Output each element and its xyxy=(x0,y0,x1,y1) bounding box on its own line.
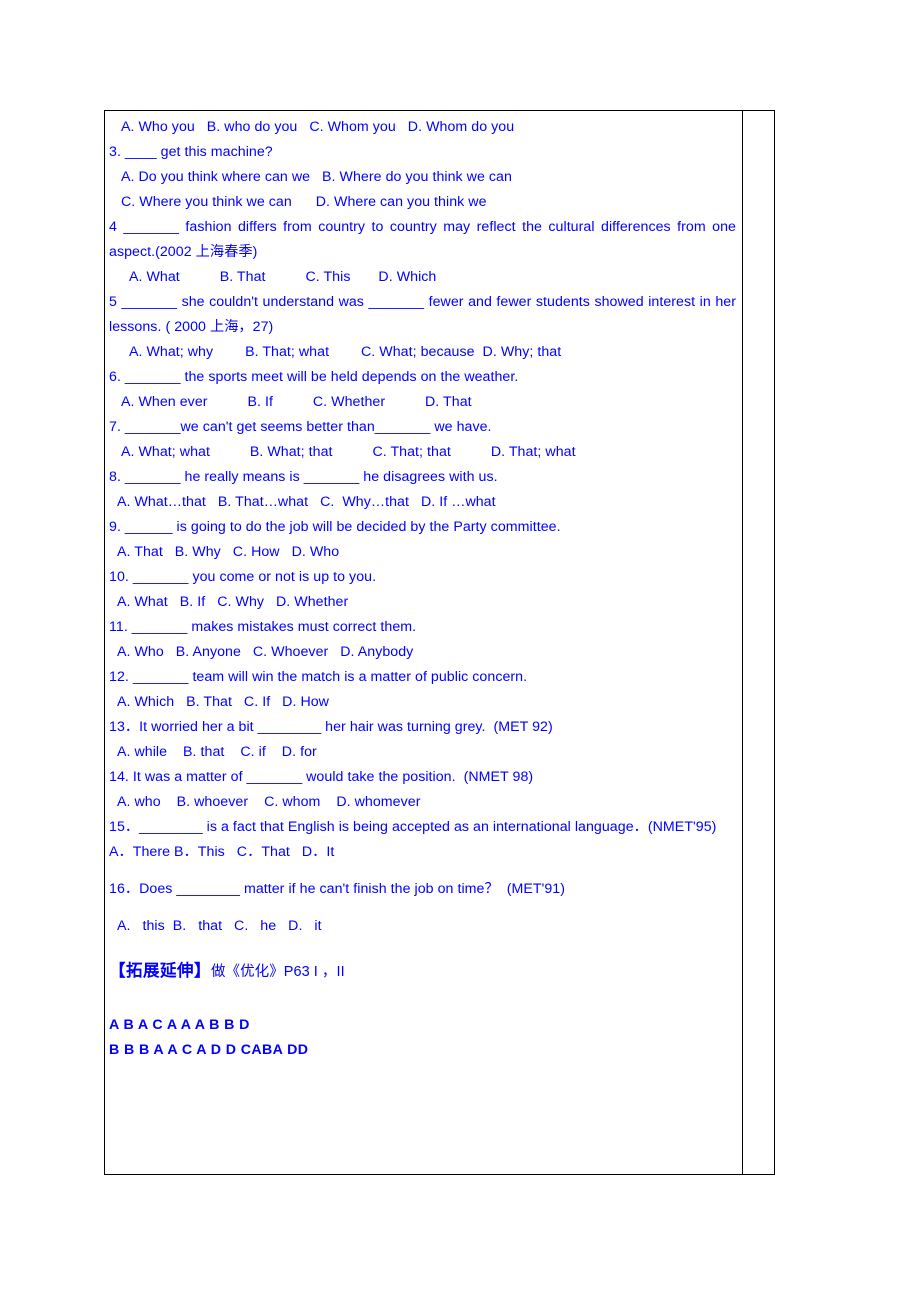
extension-heading: 【拓展延伸】做《优化》P63 I ，II xyxy=(109,959,736,985)
question-10-stem: 10. _______ you come or not is up to you… xyxy=(109,569,377,585)
question-8-options: A. What…that B. That…what C. Why…that D.… xyxy=(109,494,496,510)
question-7-options: A. What; what B. What; that C. That; tha… xyxy=(109,444,576,460)
extension-label: 【拓展延伸】 xyxy=(109,962,211,980)
question-3-stem: 3. ____ get this machine? xyxy=(109,144,273,160)
question-8-stem: 8. _______ he really means is _______ he… xyxy=(109,469,498,485)
worksheet-main-cell: A. Who you B. who do you C. Whom you D. … xyxy=(104,110,743,1175)
question-4-options: A. What B. That C. This D. Which xyxy=(109,269,437,285)
answer-key-line-2: B B B A A C A D D CABA DD xyxy=(109,1042,309,1058)
question-16-stem: 16．Does ________ matter if he can't fini… xyxy=(109,881,566,897)
table-row: A. Who you B. who do you C. Whom you D. … xyxy=(104,110,775,1175)
question-12-stem: 12. _______ team will win the match is a… xyxy=(109,669,528,685)
question-6-options: A. When ever B. If C. Whether D. That xyxy=(109,394,472,410)
question-3-options-cd: C. Where you think we can D. Where can y… xyxy=(109,194,487,210)
question-10-options: A. What B. If C. Why D. Whether xyxy=(109,594,349,610)
question-2-options: A. Who you B. who do you C. Whom you D. … xyxy=(109,119,515,135)
answer-key-line-1: A B A C A A A B B D xyxy=(109,1017,250,1033)
question-4-stem: 4 _______ fashion differs from country t… xyxy=(109,219,740,260)
question-14-options: A. who B. whoever C. whom D. whomever xyxy=(109,794,421,810)
question-14-stem: 14. It was a matter of _______ would tak… xyxy=(109,769,534,785)
question-5-options: A. What; why B. That; what C. What; beca… xyxy=(109,344,562,360)
question-6-stem: 6. _______ the sports meet will be held … xyxy=(109,369,519,385)
question-13-options: A. while B. that C. if D. for xyxy=(109,744,317,760)
question-9-options: A. That B. Why C. How D. Who xyxy=(109,544,340,560)
question-11-stem: 11. _______ makes mistakes must correct … xyxy=(109,619,417,635)
question-15-stem: 15．________ is a fact that English is be… xyxy=(109,819,717,835)
question-16-options: A. this B. that C. he D. it xyxy=(109,918,322,934)
exercise-content: A. Who you B. who do you C. Whom you D. … xyxy=(109,115,736,1063)
worksheet-page: A. Who you B. who do you C. Whom you D. … xyxy=(0,0,920,1302)
question-13-stem: 13．It worried her a bit ________ her hai… xyxy=(109,719,553,735)
worksheet-side-cell xyxy=(742,110,775,1175)
question-5-stem: 5 _______ she couldn't understand was __… xyxy=(109,294,740,335)
question-12-options: A. Which B. That C. If D. How xyxy=(109,694,329,710)
question-9-stem: 9. ______ is going to do the job will be… xyxy=(109,519,561,535)
question-15-options: A．There B．This C．That D．It xyxy=(109,844,335,860)
question-3-options-ab: A. Do you think where can we B. Where do… xyxy=(109,169,512,185)
question-11-options: A. Who B. Anyone C. Whoever D. Anybody xyxy=(109,644,414,660)
question-7-stem: 7. _______we can't get seems better than… xyxy=(109,419,492,435)
extension-assignment: 做《优化》P63 I ，II xyxy=(211,964,345,980)
worksheet-table: A. Who you B. who do you C. Whom you D. … xyxy=(104,110,775,1175)
